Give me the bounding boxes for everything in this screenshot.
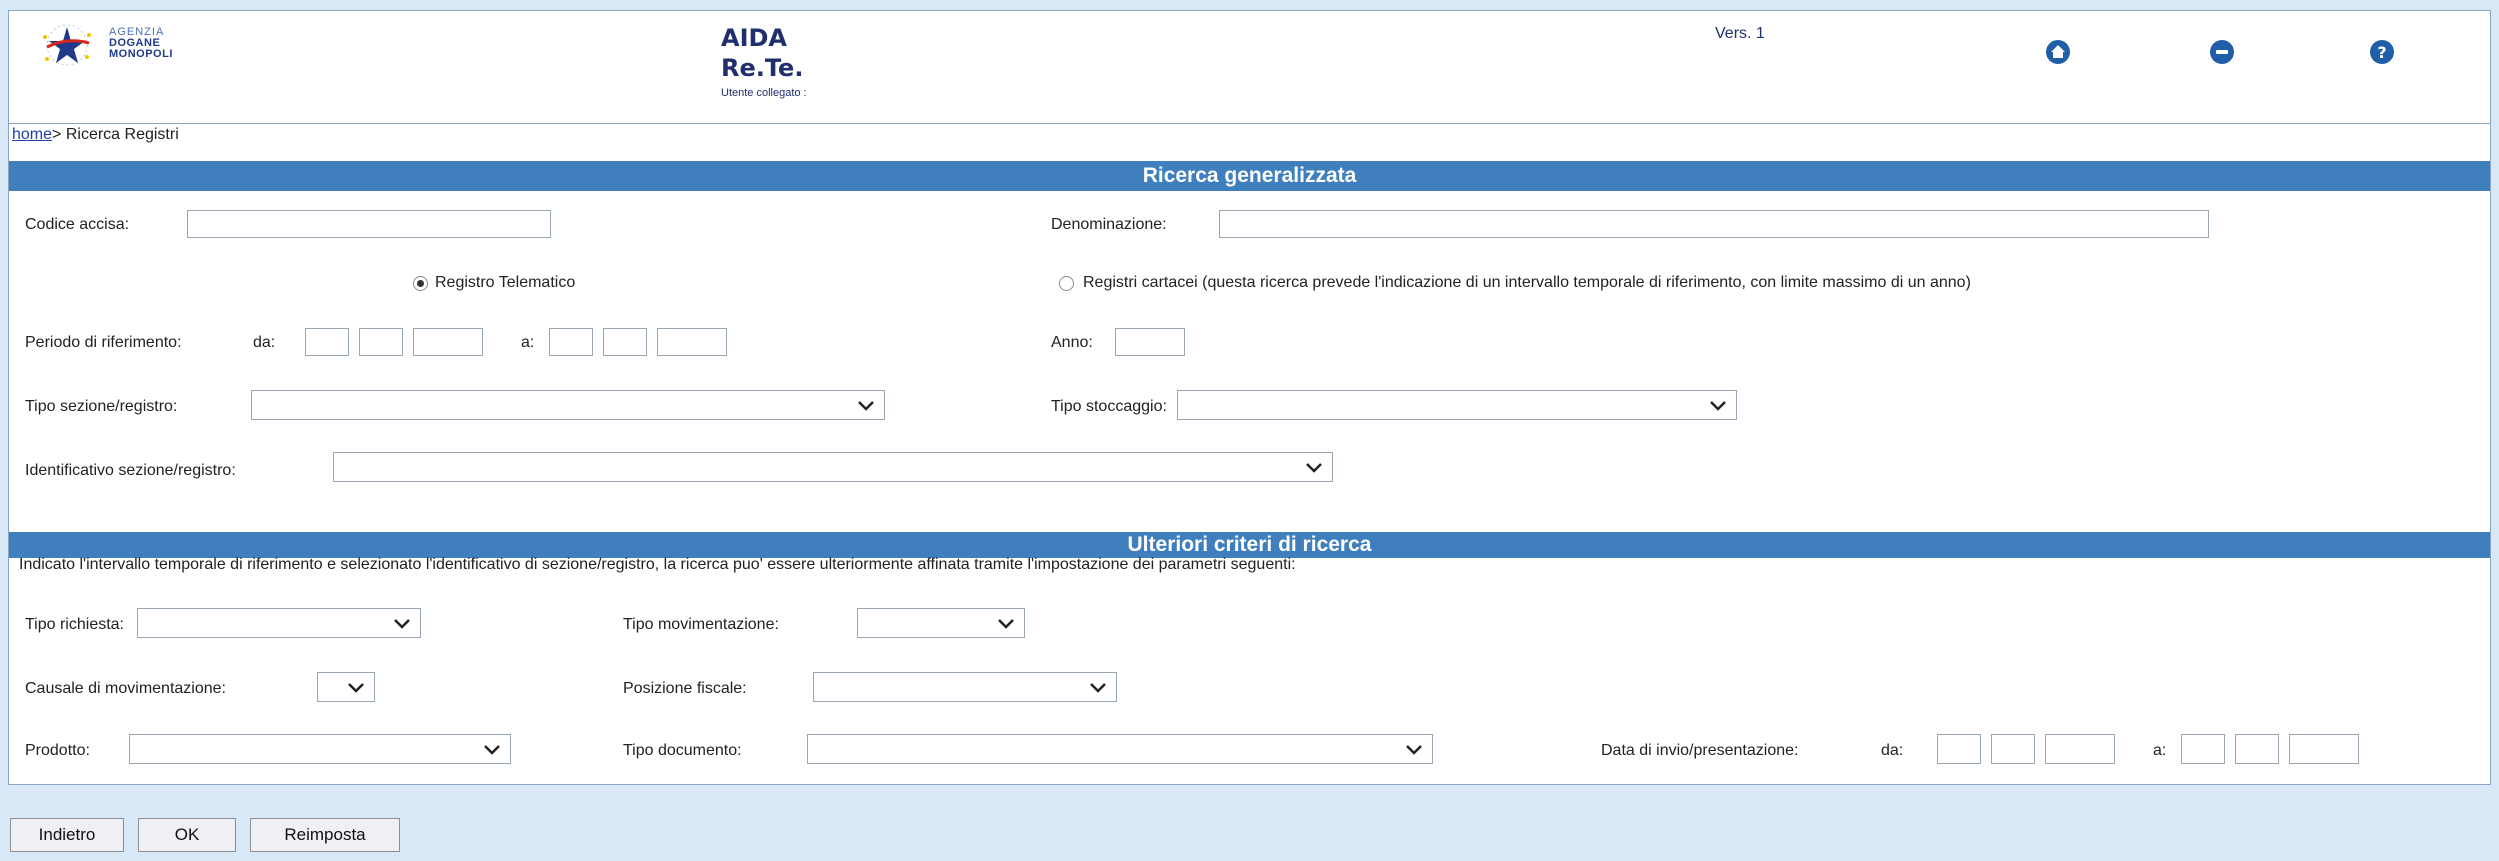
codice-accisa-input[interactable] <box>187 210 551 238</box>
further-criteria-description: Indicato l'intervallo temporale di rifer… <box>19 556 1296 573</box>
anno-input[interactable] <box>1115 328 1185 356</box>
periodo-da-year-input[interactable] <box>413 328 483 356</box>
data-invio-a-year-input[interactable] <box>2289 734 2359 764</box>
logged-user-label: Utente collegato : <box>721 87 807 99</box>
chevron-down-icon <box>1406 745 1422 755</box>
identificativo-label: Identificativo sezione/registro: <box>25 462 236 479</box>
tipo-richiesta-select[interactable] <box>137 608 421 638</box>
periodo-a-label: a: <box>521 334 535 351</box>
ok-button[interactable]: OK <box>138 818 236 852</box>
radio-registro-telematico[interactable] <box>413 276 428 291</box>
data-invio-da-month-input[interactable] <box>1991 734 2035 764</box>
help-icon[interactable]: ? <box>2369 39 2395 65</box>
app-title-block: AIDA Re.Te. <box>721 23 803 83</box>
tipo-documento-select[interactable] <box>807 734 1433 764</box>
chevron-down-icon <box>998 619 1014 629</box>
chevron-down-icon <box>858 401 874 411</box>
radio-registri-cartacei-label: Registri cartacei (questa ricerca preved… <box>1083 274 1971 291</box>
chevron-down-icon <box>484 745 500 755</box>
search-panel: Ricerca generalizzata Codice accisa: Den… <box>8 146 2491 785</box>
section-title-generalized-search: Ricerca generalizzata <box>9 161 2490 191</box>
periodo-a-day-input[interactable] <box>549 328 593 356</box>
back-button[interactable]: Indietro <box>10 818 124 852</box>
breadcrumb-current: Ricerca Registri <box>65 126 179 143</box>
app-title: AIDA <box>721 24 787 52</box>
chevron-down-icon <box>1710 401 1726 411</box>
agency-logo-text: AGENZIA DOGANE MONOPOLI <box>109 27 173 60</box>
periodo-a-month-input[interactable] <box>603 328 647 356</box>
periodo-label: Periodo di riferimento: <box>25 334 182 351</box>
data-invio-da-year-input[interactable] <box>2045 734 2115 764</box>
identificativo-select[interactable] <box>333 452 1333 482</box>
data-invio-da-day-input[interactable] <box>1937 734 1981 764</box>
chevron-down-icon <box>394 619 410 629</box>
version-label: Vers. 1 <box>1715 25 1765 42</box>
logout-icon[interactable] <box>2209 39 2235 65</box>
chevron-down-icon <box>348 683 364 693</box>
radio-registri-cartacei[interactable] <box>1059 276 1074 291</box>
periodo-a-year-input[interactable] <box>657 328 727 356</box>
tipo-documento-label: Tipo documento: <box>623 742 742 759</box>
svg-text:?: ? <box>2377 43 2386 62</box>
causale-select[interactable] <box>317 672 375 702</box>
data-invio-a-day-input[interactable] <box>2181 734 2225 764</box>
periodo-da-label: da: <box>253 334 276 351</box>
prodotto-label: Prodotto: <box>25 742 90 759</box>
denominazione-label: Denominazione: <box>1051 216 1167 233</box>
data-invio-da-label: da: <box>1881 742 1904 759</box>
chevron-down-icon <box>1090 683 1106 693</box>
breadcrumb-home-link[interactable]: home <box>12 126 52 143</box>
reset-button[interactable]: Reimposta <box>250 818 400 852</box>
app-subtitle: Re.Te. <box>721 54 804 82</box>
tipo-stoccaggio-label: Tipo stoccaggio: <box>1051 398 1167 415</box>
anno-label: Anno: <box>1051 334 1093 351</box>
causale-label: Causale di movimentazione: <box>25 680 226 697</box>
radio-registro-telematico-label: Registro Telematico <box>435 274 576 291</box>
agency-logo-emblem <box>43 24 91 66</box>
breadcrumb: home> Ricerca Registri <box>8 124 2491 146</box>
tipo-movimentazione-label: Tipo movimentazione: <box>623 616 779 633</box>
data-invio-a-month-input[interactable] <box>2235 734 2279 764</box>
prodotto-select[interactable] <box>129 734 511 764</box>
posizione-fiscale-label: Posizione fiscale: <box>623 680 747 697</box>
section-title-further-criteria: Ulteriori criteri di ricerca <box>9 532 2490 558</box>
data-invio-a-label: a: <box>2153 742 2167 759</box>
denominazione-input[interactable] <box>1219 210 2209 238</box>
data-invio-label: Data di invio/presentazione: <box>1601 742 1799 759</box>
posizione-fiscale-select[interactable] <box>813 672 1117 702</box>
home-icon[interactable] <box>2045 39 2071 65</box>
periodo-da-day-input[interactable] <box>305 328 349 356</box>
chevron-down-icon <box>1306 463 1322 473</box>
tipo-stoccaggio-select[interactable] <box>1177 390 1737 420</box>
app-header: AGENZIA DOGANE MONOPOLI AIDA Re.Te. Uten… <box>8 10 2491 124</box>
tipo-sezione-select[interactable] <box>251 390 885 420</box>
tipo-sezione-label: Tipo sezione/registro: <box>25 398 178 415</box>
breadcrumb-separator: > <box>52 126 66 143</box>
logo-line3: MONOPOLI <box>109 48 173 60</box>
tipo-richiesta-label: Tipo richiesta: <box>25 616 124 633</box>
agency-logo: AGENZIA DOGANE MONOPOLI <box>37 17 227 77</box>
periodo-da-month-input[interactable] <box>359 328 403 356</box>
codice-accisa-label: Codice accisa: <box>25 216 130 233</box>
tipo-movimentazione-select[interactable] <box>857 608 1025 638</box>
